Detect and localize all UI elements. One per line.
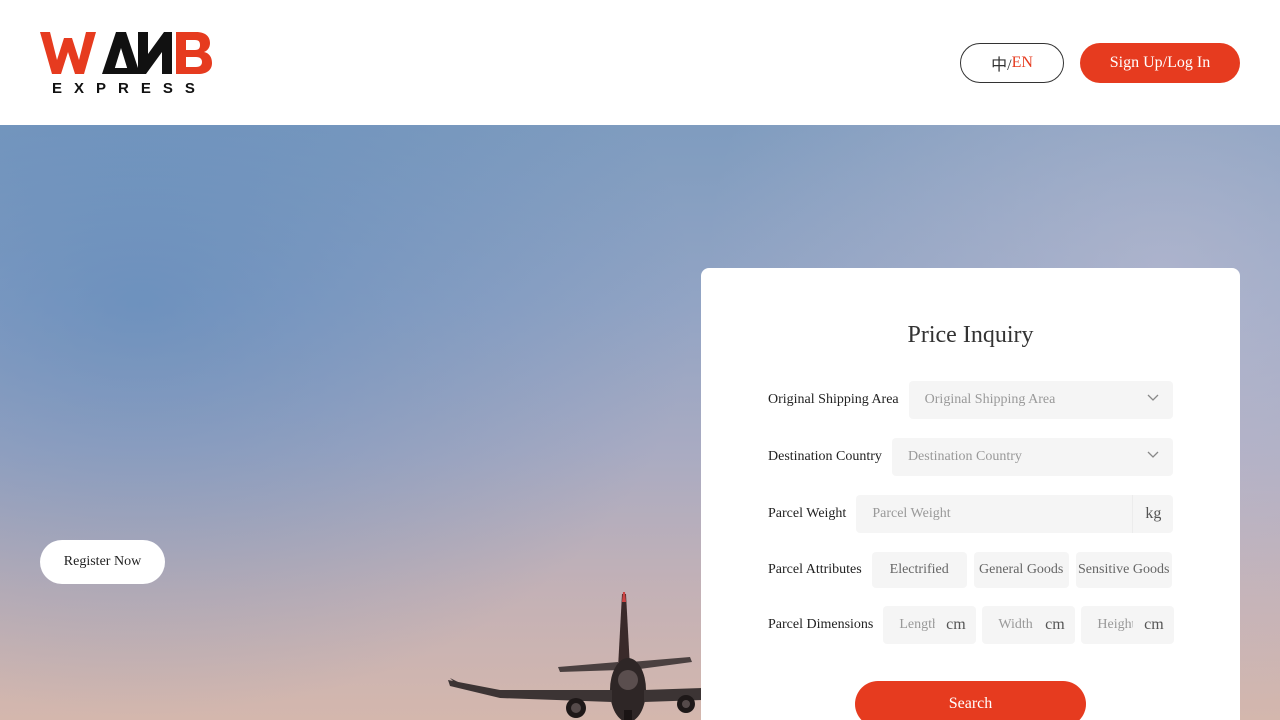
length-unit: cm — [946, 616, 966, 633]
origin-select[interactable]: Original Shipping Area — [908, 381, 1173, 419]
svg-text:EXPRESS: EXPRESS — [52, 80, 207, 97]
lang-cn-label: 中/ — [991, 57, 1012, 74]
airplane-image — [448, 592, 702, 720]
price-inquiry-title: Price Inquiry — [907, 322, 1034, 348]
weight-unit: kg — [1132, 495, 1173, 533]
chevron-down-icon — [1147, 394, 1159, 401]
origin-row: Original Shipping Area Original Shipping… — [768, 380, 1173, 420]
height-input[interactable] — [1081, 606, 1134, 644]
wanb-express-logo[interactable]: EXPRESS — [40, 28, 212, 98]
chevron-down-icon — [1147, 451, 1159, 458]
weight-field-wrapper: kg — [856, 495, 1174, 533]
weight-label: Parcel Weight — [768, 506, 847, 521]
destination-row: Destination Country Destination Country — [768, 437, 1173, 477]
dimensions-row: Parcel Dimensions cm cm cm — [768, 605, 1175, 645]
attribute-electrified-button[interactable]: Electrified — [871, 552, 967, 588]
destination-placeholder: Destination Country — [907, 449, 1022, 464]
price-inquiry-card: Price Inquiry Original Shipping Area Ori… — [701, 268, 1240, 720]
register-now-button[interactable]: Register Now — [40, 540, 165, 584]
attributes-label: Parcel Attributes — [768, 562, 862, 577]
width-input[interactable] — [982, 606, 1035, 644]
site-header: EXPRESS 中/EN Sign Up/Log In — [0, 0, 1280, 125]
width-field-wrapper: cm — [982, 606, 1076, 644]
dimensions-label: Parcel Dimensions — [768, 617, 874, 632]
height-unit: cm — [1144, 616, 1164, 633]
attribute-general-goods-button[interactable]: General Goods — [973, 552, 1069, 588]
origin-placeholder: Original Shipping Area — [924, 392, 1056, 407]
attributes-row: Parcel Attributes Electrified General Go… — [768, 550, 1172, 590]
length-input[interactable] — [883, 606, 936, 644]
destination-select[interactable]: Destination Country — [891, 438, 1173, 476]
lang-en-label: EN — [1011, 54, 1033, 71]
attribute-sensitive-goods-button[interactable]: Sensitive Goods — [1075, 552, 1172, 588]
signup-login-button[interactable]: Sign Up/Log In — [1080, 43, 1240, 83]
length-field-wrapper: cm — [883, 606, 977, 644]
origin-label: Original Shipping Area — [768, 392, 899, 407]
language-switch-button[interactable]: 中/EN — [960, 43, 1064, 83]
width-unit: cm — [1045, 616, 1065, 633]
search-button[interactable]: Search — [855, 681, 1086, 720]
destination-label: Destination Country — [768, 449, 882, 464]
weight-row: Parcel Weight kg — [768, 494, 1174, 534]
weight-input[interactable] — [856, 495, 1133, 533]
height-field-wrapper: cm — [1081, 606, 1175, 644]
